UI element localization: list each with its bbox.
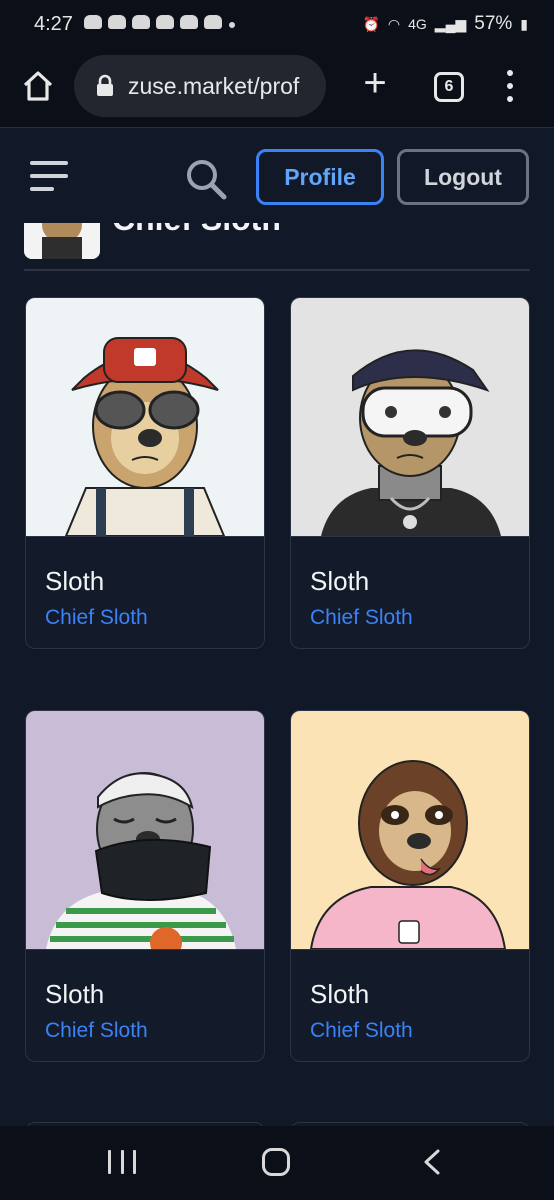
nft-image [291,298,529,536]
menu-dot [507,70,513,76]
home-icon [23,71,53,101]
collection-title: Chief Sloth [112,223,281,238]
card-divider [26,949,264,950]
nft-card[interactable]: Sloth Chief Sloth [25,297,265,649]
nft-image [26,298,264,536]
hamburger-line [30,187,54,191]
hamburger-line [30,161,68,165]
nft-name: Sloth [45,566,105,596]
nft-image [26,711,264,949]
network-type: 4G [408,16,427,32]
screen: 4:27 ⏰ ◠ 4G ▂▄▆ 57% ▮ zuse.market/prof +… [0,0,554,1200]
nft-collection-link[interactable]: Chief Sloth [45,1019,148,1043]
nft-card[interactable]: Sloth Chief Sloth [290,297,530,649]
new-tab-button[interactable]: + [358,63,392,103]
wifi-icon: ◠ [387,15,401,32]
discord-notification-icon [204,15,222,29]
card-divider [291,536,529,537]
sloth-hoodie-image [291,711,529,949]
nft-name: Sloth [310,979,370,1009]
system-home-button[interactable] [262,1148,290,1176]
recents-button[interactable] [108,1150,136,1174]
recents-icon [133,1150,136,1174]
menu-dot [507,83,513,89]
menu-dot [507,96,513,102]
alarm-icon: ⏰ [362,15,380,32]
signal-icon: ▂▄▆ [434,15,467,32]
address-bar[interactable]: zuse.market/prof [74,55,326,117]
battery-icon: ▮ [520,15,528,32]
nft-collection-link[interactable]: Chief Sloth [310,1019,413,1043]
nft-collection-link[interactable]: Chief Sloth [45,606,148,630]
recents-icon [108,1150,111,1174]
sloth-bucket-hat-image [26,298,264,536]
card-divider [26,536,264,537]
nft-image [291,711,529,949]
url-text: zuse.market/prof [128,72,300,99]
nft-card[interactable]: Sloth Chief Sloth [290,710,530,1062]
sloth-avatar-image [24,223,100,259]
profile-button[interactable]: Profile [256,149,384,205]
discord-notification-icon [84,15,102,29]
browser-toolbar: zuse.market/prof + 6 [0,50,554,128]
chevron-left-icon [424,1149,440,1175]
status-right: ⏰ ◠ 4G ▂▄▆ 57% ▮ [362,13,528,35]
more-notifications-dot [229,22,235,28]
tab-switcher-button[interactable]: 6 [434,72,464,102]
discord-notification-icon [132,15,150,29]
nft-card[interactable]: Sloth Chief Sloth [25,710,265,1062]
back-button[interactable] [420,1148,444,1176]
collection-header: Chief Sloth [0,223,554,273]
recents-icon [120,1150,124,1174]
search-button[interactable] [184,157,228,201]
site-header: Profile Logout [0,129,554,223]
card-divider [291,949,529,950]
status-bar: 4:27 ⏰ ◠ 4G ▂▄▆ 57% ▮ [0,0,554,50]
collection-avatar [24,223,100,259]
browser-home-button[interactable] [18,66,58,106]
nft-name: Sloth [45,979,105,1009]
discord-notification-icon [108,15,126,29]
notification-icons [84,15,222,29]
search-icon [187,160,227,200]
logout-button[interactable]: Logout [397,149,529,205]
sloth-vr-goggles-image [291,298,529,536]
browser-menu-button[interactable] [500,68,520,104]
discord-notification-icon [156,15,174,29]
discord-notification-icon [180,15,198,29]
lock-icon [97,74,113,96]
divider [24,269,530,271]
hamburger-menu-button[interactable] [30,161,70,191]
nft-name: Sloth [310,566,370,596]
system-navigation-bar [0,1126,554,1200]
sloth-mask-image [26,711,264,949]
nft-collection-link[interactable]: Chief Sloth [310,606,413,630]
battery-percent: 57% [474,13,513,34]
hamburger-line [30,174,68,178]
status-time: 4:27 [34,13,73,35]
